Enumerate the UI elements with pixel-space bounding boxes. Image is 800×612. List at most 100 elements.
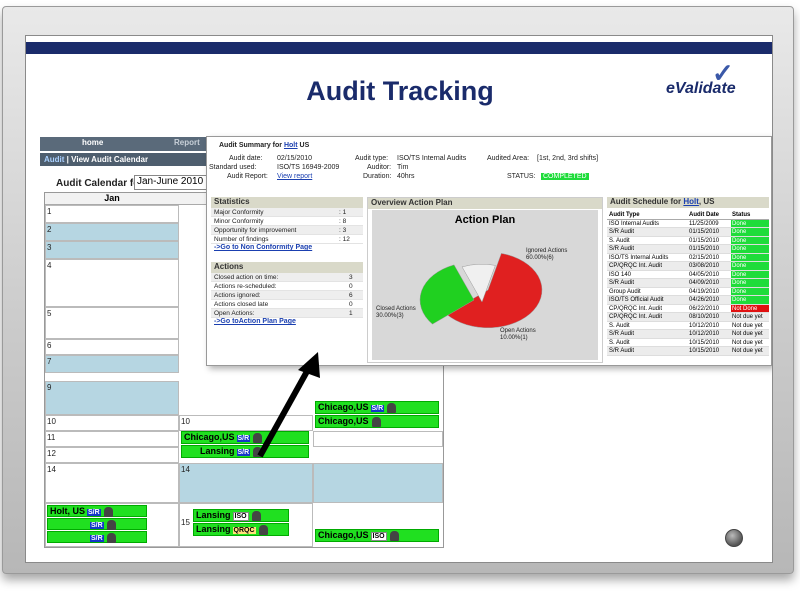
action-plan-link[interactable]: ->Go toAction Plan Page (211, 318, 363, 328)
day-cell[interactable]: 1 (45, 205, 179, 223)
nav-report[interactable]: Report (174, 138, 200, 147)
pie-chart-area: Action Plan Ignored Actions 60.00%(6) Cl… (372, 210, 598, 360)
action-value: 3 (349, 274, 353, 281)
schedule-row[interactable]: S/R Audit 10/15/2010 Not due yet (607, 347, 769, 356)
day-number: 2 (47, 225, 52, 234)
overview-title: Overview Action Plan (368, 198, 602, 209)
audit-type-cell: S. Audit (609, 339, 630, 346)
audit-schedule-panel: Audit Schedule for Holt, US Audit Type A… (607, 197, 769, 363)
event-holt-sr[interactable]: S/R (47, 518, 147, 530)
stat-value: : 1 (339, 209, 347, 216)
action-label: Actions closed late (214, 301, 269, 308)
schedule-row[interactable]: CP/QRQC Int. Audit 08/10/2010 Not due yet (607, 313, 769, 322)
event-holt[interactable]: Holt, US S/R (47, 505, 147, 517)
schedule-table: Audit Type Audit Date Status ISO Interna… (607, 211, 769, 356)
day-cell[interactable] (313, 463, 443, 503)
day-cell[interactable]: 10 (45, 415, 179, 431)
event-lansing-iso[interactable]: Lansing ISO (193, 509, 289, 522)
top-nav: home Report (40, 137, 230, 151)
status-cell: Done (731, 236, 769, 244)
schedule-row[interactable]: S. Audit 01/15/2010 Done (607, 236, 769, 245)
action-row: Actions closed late 0 (211, 300, 363, 309)
schedule-site[interactable]: Holt (683, 197, 699, 206)
day-cell[interactable]: 11 (45, 431, 179, 447)
col-audit-type: Audit Type (609, 212, 640, 218)
audit-date-cell: 06/22/2010 (689, 305, 720, 312)
schedule-row[interactable]: S/R Audit 01/15/2010 Done (607, 245, 769, 254)
status-cell: Done (731, 287, 769, 295)
subnav-view-calendar[interactable]: View Audit Calendar (71, 155, 148, 164)
auditor-icon (106, 519, 116, 530)
day-cell[interactable]: 5 (45, 307, 179, 339)
audited-area-value: [1st, 2nd, 3rd shifts] (537, 155, 599, 162)
event-label: Lansing (200, 446, 235, 456)
audit-type-cell: S/R Audit (609, 348, 635, 354)
day-cell[interactable]: 4 (45, 259, 179, 307)
audit-type-value: ISO/TS Internal Audits (397, 155, 467, 162)
summary-site[interactable]: Holt (284, 142, 298, 149)
action-label: Actions ignored: (214, 292, 261, 299)
action-label: Actions re-scheduled: (214, 283, 277, 290)
day-cell[interactable]: 12 (45, 447, 179, 463)
sr-tag: S/R (236, 449, 251, 456)
status-cell: Done (731, 219, 769, 227)
event-chicago-iso[interactable]: Chicago,US ISO (315, 529, 439, 542)
open-label: Open Actions (500, 328, 536, 334)
audit-date-cell: 01/15/2010 (689, 229, 720, 235)
audit-type-cell: CP/QRQC Int. Audit (609, 263, 663, 269)
summary-title: Audit Summary for Holt US (219, 142, 309, 149)
schedule-row[interactable]: S. Audit 10/12/2010 Not due yet (607, 322, 769, 330)
audit-date-cell: 10/15/2010 (689, 348, 720, 354)
schedule-row[interactable]: S/R Audit 04/09/2010 Done (607, 279, 769, 288)
audit-date-cell: 03/08/2010 (689, 263, 720, 269)
schedule-country: , US (698, 197, 715, 206)
schedule-row[interactable]: Group Audit 04/19/2010 Done (607, 287, 769, 296)
standard-value: ISO/TS 16949-2009 (277, 164, 340, 171)
schedule-row[interactable]: S. Audit 10/15/2010 Not due yet (607, 339, 769, 347)
event-label: Lansing (196, 510, 231, 520)
event-holt-sr-2[interactable]: S/R (47, 531, 147, 543)
audit-type-cell: CP/QRQC Int. Audit (609, 305, 663, 312)
stat-row: Minor Conformity: 8 (211, 217, 363, 226)
col-audit-date: Audit Date (689, 212, 719, 218)
day-cell[interactable]: 3 (45, 241, 179, 259)
schedule-row[interactable]: S/R Audit 10/12/2010 Not due yet (607, 330, 769, 339)
schedule-row[interactable]: CP/QRQC Int. Audit 06/22/2010 Not Done (607, 304, 769, 313)
day-cell[interactable]: 6 (45, 339, 179, 355)
day-cell[interactable]: 2 (45, 223, 179, 241)
status-label: STATUS: (507, 173, 536, 180)
qrqc-tag: QRQC (232, 527, 256, 534)
schedule-row[interactable]: ISO/TS Internal Audits 02/15/2010 Done (607, 253, 769, 262)
schedule-row[interactable]: ISO 140 04/05/2010 Done (607, 270, 769, 279)
status-cell: Done (731, 262, 769, 270)
non-conformity-link[interactable]: ->Go to Non Conformity Page (211, 244, 363, 254)
day-cell[interactable]: 14 (179, 463, 313, 503)
subnav-audit[interactable]: Audit (44, 155, 64, 164)
schedule-row[interactable]: S/R Audit 01/15/2010 Done (607, 228, 769, 237)
schedule-row[interactable]: CP/QRQC Int. Audit 03/08/2010 Done (607, 262, 769, 271)
audit-date-cell: 10/12/2010 (689, 322, 720, 329)
open-pct: 10.00%(1) (500, 335, 528, 341)
auditor-icon (371, 416, 381, 427)
sr-tag: S/R (236, 435, 251, 442)
schedule-row[interactable]: ISO/TS Official Audit 04/26/2010 Done (607, 296, 769, 305)
view-report-link[interactable]: View report (277, 173, 312, 180)
day-number: 10 (181, 417, 190, 426)
event-lansing-qrqc[interactable]: Lansing QRQC (193, 523, 289, 536)
auditor-icon (251, 510, 261, 521)
schedule-row[interactable]: ISO Internal Audits 11/25/2009 Done (607, 219, 769, 228)
status-cell: Not due yet (732, 331, 763, 337)
day-cell[interactable]: 14 (45, 463, 179, 503)
audit-date-cell: 02/15/2010 (689, 254, 720, 261)
overview-action-plan: Overview Action Plan Action Plan Ignored… (367, 197, 603, 363)
sr-tag: S/R (87, 509, 101, 516)
nav-home[interactable]: home (82, 138, 103, 147)
day-number: 15 (181, 518, 190, 527)
day-cell[interactable]: 9 (45, 381, 179, 415)
audit-type-cell: ISO/TS Internal Audits (609, 254, 669, 261)
audit-type-cell: S. Audit (609, 237, 630, 244)
status-cell: Not due yet (732, 339, 763, 346)
day-cell[interactable]: 7 (45, 355, 179, 373)
audit-date-cell: 11/25/2009 (689, 220, 719, 227)
stat-value: : 12 (339, 236, 350, 243)
